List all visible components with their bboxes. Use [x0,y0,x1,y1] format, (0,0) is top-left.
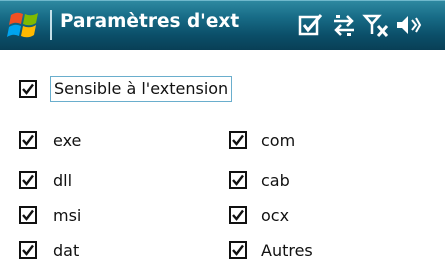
extension-checkbox-msi[interactable] [19,206,37,224]
checkmark-icon [232,244,244,256]
extension-checkbox-exe[interactable] [19,131,37,149]
extension-label-msi: msi [53,206,82,225]
window-title: Paramètres d'ext [60,11,240,32]
data-connection-icon[interactable] [330,12,358,38]
sensitive-extension-checkbox[interactable] [19,80,37,98]
checkmark-icon [22,174,34,186]
checkmark-icon [232,134,244,146]
extension-label-cab: cab [261,171,290,190]
no-signal-icon[interactable] [362,12,390,38]
windows-start-button[interactable] [5,7,45,43]
checkbox-status-icon[interactable] [297,12,325,38]
title-divider [50,10,52,40]
extension-label-dat: dat [53,241,80,260]
extension-label-dll: dll [53,171,73,190]
checkmark-icon [22,134,34,146]
windows-flag-icon [7,12,38,38]
checkmark-icon [22,209,34,221]
extension-checkbox-dat[interactable] [19,241,37,259]
extension-label-ocx: ocx [261,206,290,225]
title-bar: Paramètres d'ext [0,0,445,50]
checkmark-icon [22,83,34,95]
sensitive-extension-label[interactable]: Sensible à l'extension [50,76,233,102]
extension-label-com: com [261,131,296,150]
checkmark-icon [22,244,34,256]
checkmark-icon [232,209,244,221]
extension-checkbox-ocx[interactable] [229,206,247,224]
extension-checkbox-dll[interactable] [19,171,37,189]
extension-label-exe: exe [53,131,82,150]
extension-checkbox-autres[interactable] [229,241,247,259]
extension-checkbox-cab[interactable] [229,171,247,189]
extension-label-autres: Autres [261,241,313,260]
extension-checkbox-com[interactable] [229,131,247,149]
speaker-icon[interactable] [394,12,422,38]
checkmark-icon [232,174,244,186]
